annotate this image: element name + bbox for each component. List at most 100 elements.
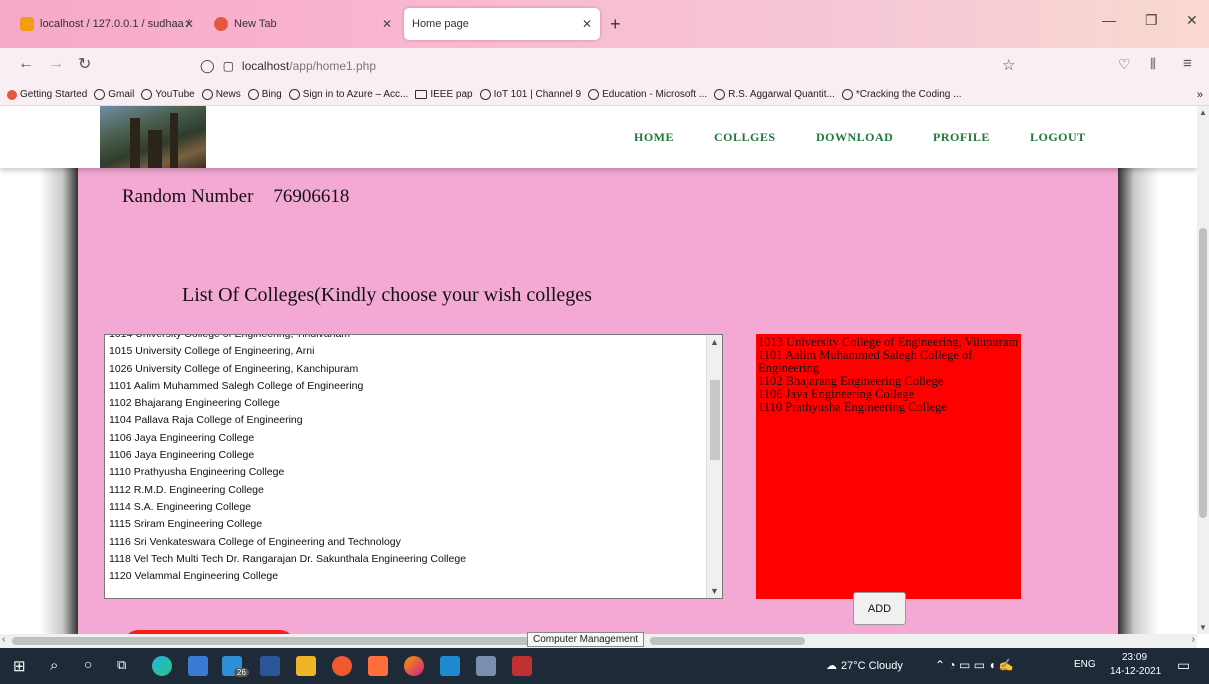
list-scrollbar[interactable]: ▲ ▼ [706, 335, 722, 598]
horizontal-scroll-thumb[interactable] [650, 637, 805, 645]
random-number-label: Random Number [122, 186, 254, 207]
college-option[interactable]: 1026 University College of Engineering, … [109, 361, 466, 378]
bookmark-rs-aggarwal[interactable]: R.S. Aggarwal Quantit... [714, 89, 835, 100]
scroll-right-icon[interactable]: › [1192, 634, 1195, 645]
college-option[interactable]: 1014 University College of Engineering, … [109, 335, 466, 343]
globe-icon [479, 89, 491, 100]
college-option[interactable]: 1102 Bhajarang Engineering College [109, 395, 466, 412]
bookmark-iot[interactable]: IoT 101 | Channel 9 [479, 89, 581, 100]
more-bookmarks-icon[interactable]: » [1197, 89, 1203, 101]
page-scroll-thumb[interactable] [1199, 228, 1207, 518]
college-option[interactable]: 1104 Pallava Raja College of Engineering [109, 412, 466, 429]
bookmark-bing[interactable]: Bing [247, 89, 282, 100]
globe-icon [201, 89, 213, 100]
menu-icon[interactable]: ≡ [1183, 55, 1192, 72]
library-icon[interactable]: ⫼ [1150, 56, 1156, 72]
scroll-down-icon[interactable]: ▼ [1199, 623, 1207, 632]
tab-new-tab[interactable]: New Tab ✕ [206, 8, 400, 40]
restore-icon[interactable]: ❐ [1145, 12, 1158, 29]
bookmark-news[interactable]: News [201, 89, 241, 100]
nav-colleges-link[interactable]: COLLGES [714, 130, 776, 145]
nav-logout-link[interactable]: LOGOUT [1030, 130, 1086, 145]
bookmark-getting-started[interactable]: Getting Started [7, 89, 87, 100]
college-option[interactable]: 1116 Sri Venkateswara College of Enginee… [109, 534, 466, 551]
store-icon[interactable] [188, 656, 208, 676]
bookmark-label: Gmail [108, 89, 135, 100]
bookmark-azure[interactable]: Sign in to Azure – Acc... [288, 89, 408, 100]
star-icon[interactable]: ☆ [1002, 56, 1015, 74]
scroll-up-icon[interactable]: ▲ [1199, 108, 1207, 117]
computer-management-icon[interactable] [476, 656, 496, 676]
language-indicator[interactable]: ENG [1074, 659, 1096, 670]
bookmark-label: Getting Started [20, 89, 88, 100]
file-explorer-icon[interactable] [296, 656, 316, 676]
tooltip: Computer Management [527, 632, 645, 647]
college-select-list[interactable]: 1014 University College of Engineering, … [104, 334, 723, 599]
page-icon: ▢ [222, 59, 234, 73]
college-options: 1014 University College of Engineering, … [109, 335, 466, 585]
word-icon[interactable] [260, 656, 280, 676]
close-icon[interactable]: ✕ [382, 17, 392, 31]
college-option[interactable]: 1115 Sriram Engineering College [109, 516, 466, 533]
vscode-icon[interactable] [440, 656, 460, 676]
globe-icon [141, 89, 153, 100]
bookmark-education[interactable]: Education - Microsoft ... [588, 89, 707, 100]
add-button[interactable]: ADD [853, 592, 906, 625]
college-option[interactable]: 1015 University College of Engineering, … [109, 343, 466, 360]
clock-date[interactable]: 14-12-2021 [1110, 666, 1161, 677]
tab-phpmyadmin[interactable]: localhost / 127.0.0.1 / sudhaa / ✕ [12, 8, 202, 40]
close-icon[interactable]: ✕ [184, 17, 194, 31]
bookmark-ieee[interactable]: IEEE pap [415, 89, 473, 100]
task-view-icon[interactable]: ⧉ [117, 657, 126, 673]
close-icon[interactable]: ✕ [582, 17, 592, 31]
college-option[interactable]: 1106 Jaya Engineering College [109, 430, 466, 447]
edge-icon[interactable] [152, 656, 172, 676]
url-bar[interactable]: ◯ ▢ localhost/app/home1.php [200, 53, 1020, 79]
tab-home-page[interactable]: Home page ✕ [404, 8, 600, 40]
scroll-up-icon[interactable]: ▲ [710, 337, 719, 347]
bookmark-youtube[interactable]: YouTube [141, 89, 195, 100]
new-tab-button[interactable]: + [610, 14, 621, 35]
forward-icon[interactable]: → [48, 55, 64, 73]
notifications-icon[interactable]: ▭ [1177, 657, 1190, 674]
college-option[interactable]: 1118 Vel Tech Multi Tech Dr. Rangarajan … [109, 551, 466, 568]
scroll-thumb[interactable] [710, 380, 720, 460]
selected-college: 1101 Aalim Muhammed Salegh College of En… [758, 348, 973, 375]
xampp-icon[interactable] [368, 656, 388, 676]
nav-home-link[interactable]: HOME [634, 130, 674, 145]
bookmark-gmail[interactable]: Gmail [94, 89, 134, 100]
weather-widget[interactable]: ☁ 27°C Cloudy [826, 659, 903, 672]
scroll-left-icon[interactable]: ‹ [2, 634, 5, 645]
minimize-icon[interactable]: — [1102, 12, 1116, 28]
bookmark-cracking-coding[interactable]: *Cracking the Coding ... [841, 89, 961, 100]
college-option[interactable]: 1110 Prathyusha Engineering College [109, 464, 466, 481]
firefox-icon[interactable] [404, 656, 424, 676]
pocket-icon[interactable]: ♡ [1118, 56, 1131, 73]
reload-icon[interactable]: ↻ [78, 54, 91, 74]
globe-icon [94, 89, 106, 100]
nav-download-link[interactable]: DOWNLOAD [816, 130, 893, 145]
navigation-bar: ← → ↻ ◯ ▢ localhost/app/home1.php ☆ ♡ ⫼ … [0, 48, 1209, 84]
college-option[interactable]: 1106 Jaya Engineering College [109, 447, 466, 464]
app-icon[interactable] [512, 656, 532, 676]
college-list-heading: List Of Colleges(Kindly choose your wish… [182, 284, 592, 306]
scroll-down-icon[interactable]: ▼ [710, 586, 719, 596]
college-option[interactable]: 1101 Aalim Muhammed Salegh College of En… [109, 378, 466, 395]
tray-icons[interactable]: ⌃ ◔ ▭ ▭ ◖ ✍ [935, 658, 1014, 672]
nav-profile-link[interactable]: PROFILE [933, 130, 990, 145]
search-icon[interactable]: ⌕ [50, 657, 58, 674]
page-scrollbar[interactable]: ▲ ▼ [1197, 106, 1209, 634]
college-option[interactable]: 1112 R.M.D. Engineering College [109, 482, 466, 499]
window-close-icon[interactable]: ✕ [1186, 12, 1198, 29]
clock-time[interactable]: 23:09 [1122, 652, 1147, 663]
windows-start-icon[interactable]: ⊞ [13, 657, 26, 675]
brave-icon[interactable] [332, 656, 352, 676]
shield-icon: ◯ [200, 58, 215, 73]
college-option[interactable]: 1120 Velammal Engineering College [109, 568, 466, 585]
selected-colleges-box[interactable]: 1013 University College of Engineering, … [756, 334, 1021, 599]
back-icon[interactable]: ← [18, 55, 34, 73]
horizontal-scroll-thumb[interactable] [12, 637, 532, 645]
page-viewport: HOME COLLGES DOWNLOAD PROFILE LOGOUT Ran… [0, 106, 1197, 634]
college-option[interactable]: 1114 S.A. Engineering College [109, 499, 466, 516]
cortana-icon[interactable]: ○ [84, 656, 92, 672]
